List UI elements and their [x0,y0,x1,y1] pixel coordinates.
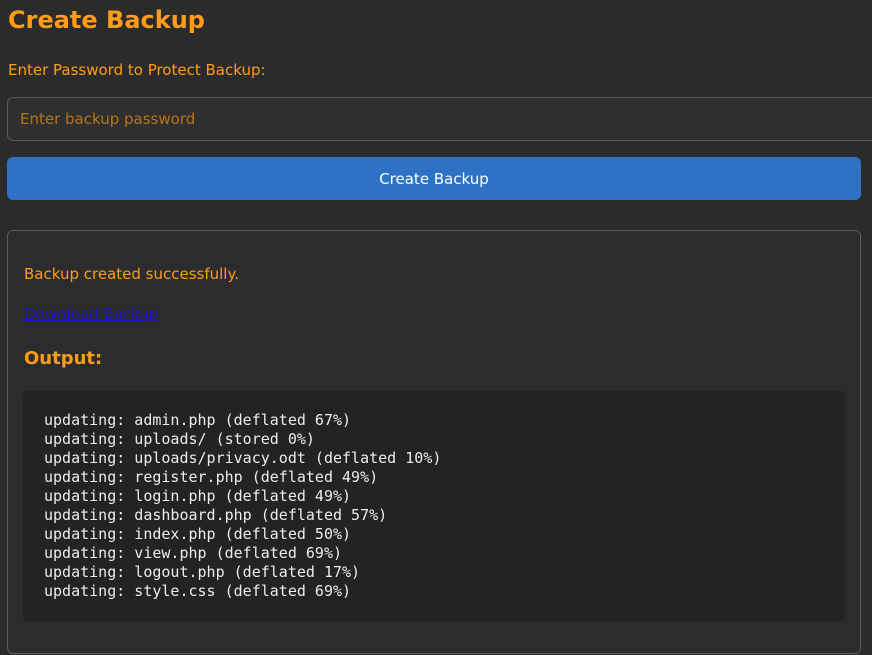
output-log: updating: admin.php (deflated 67%) updati… [23,391,845,621]
output-line: updating: login.php (deflated 49%) [44,487,352,505]
password-label: Enter Password to Protect Backup: [8,61,266,79]
result-panel: Backup created successfully. Download Ba… [7,230,861,654]
password-input[interactable] [7,97,872,141]
success-message: Backup created successfully. [24,265,239,283]
download-backup-link[interactable]: Download Backup [24,304,158,324]
output-line: updating: admin.php (deflated 67%) [44,411,352,429]
output-line: updating: view.php (deflated 69%) [44,544,343,562]
output-line: updating: style.css (deflated 69%) [44,582,352,600]
output-line: updating: dashboard.php (deflated 57%) [44,506,388,524]
output-heading: Output: [24,348,103,369]
output-line: updating: uploads/privacy.odt (deflated … [44,449,442,467]
output-line: updating: register.php (deflated 49%) [44,468,379,486]
output-line: updating: index.php (deflated 50%) [44,525,352,543]
create-backup-button[interactable]: Create Backup [7,157,861,200]
output-line: updating: logout.php (deflated 17%) [44,563,361,581]
output-line: updating: uploads/ (stored 0%) [44,430,315,448]
page-title: Create Backup [8,6,205,34]
